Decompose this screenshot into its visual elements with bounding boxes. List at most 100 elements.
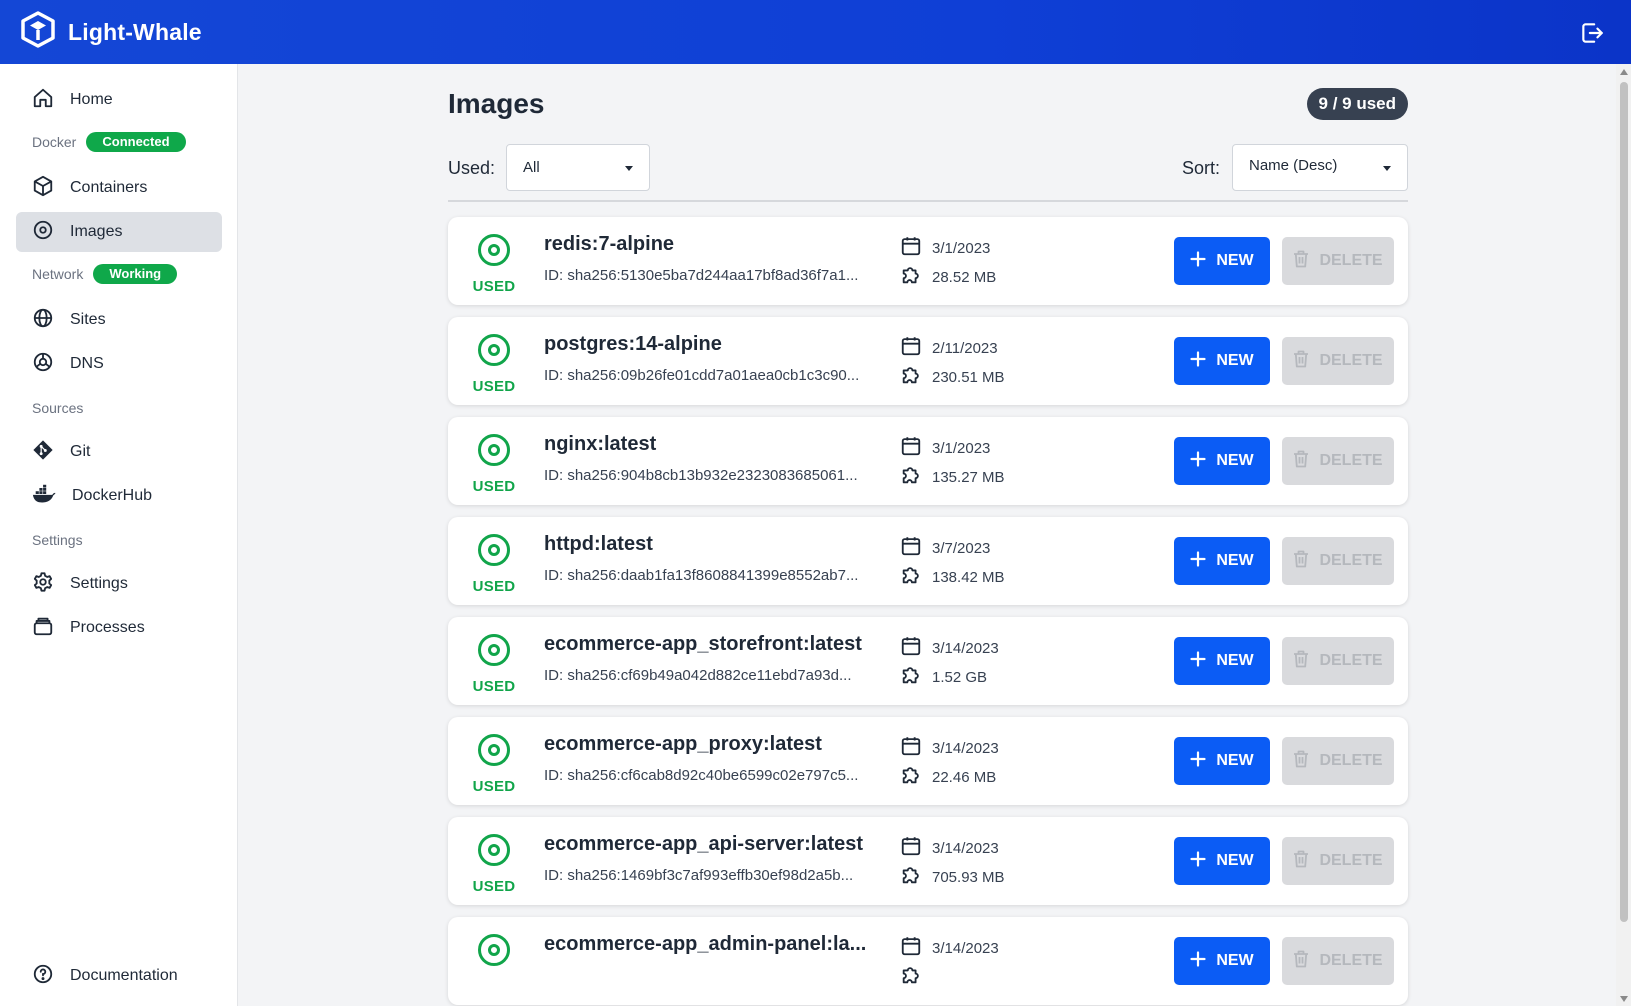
chevron-down-icon	[1383, 166, 1391, 171]
new-container-button[interactable]: NEW	[1174, 937, 1270, 985]
plus-icon	[1190, 350, 1206, 372]
new-container-button[interactable]: NEW	[1174, 337, 1270, 385]
sort-select[interactable]: Name (Desc)	[1232, 144, 1408, 191]
delete-image-button[interactable]: DELETE	[1282, 437, 1394, 485]
plus-icon	[1190, 550, 1206, 572]
delete-image-button[interactable]: DELETE	[1282, 237, 1394, 285]
calendar-icon	[900, 635, 922, 661]
delete-button-label: DELETE	[1319, 852, 1383, 869]
image-date: 2/11/2023	[900, 335, 998, 361]
delete-image-button[interactable]: DELETE	[1282, 937, 1394, 985]
delete-image-button[interactable]: DELETE	[1282, 637, 1394, 685]
new-container-button[interactable]: NEW	[1174, 437, 1270, 485]
divider	[448, 200, 1408, 202]
image-date: 3/14/2023	[900, 635, 999, 661]
date-text: 3/1/2023	[932, 439, 991, 457]
delete-button-label: DELETE	[1319, 452, 1383, 469]
status-text: USED	[472, 378, 516, 395]
image-status: USED	[472, 333, 516, 395]
section-label: Settings	[32, 532, 83, 548]
sidebar-item-label: Settings	[70, 575, 128, 592]
sidebar-item-label: DNS	[70, 355, 104, 372]
new-container-button[interactable]: NEW	[1174, 637, 1270, 685]
scrollbar[interactable]	[1616, 64, 1631, 1006]
status-text: USED	[472, 278, 516, 295]
brand[interactable]: Light-Whale	[20, 10, 202, 52]
sidebar-item-dockerhub[interactable]: DockerHub	[16, 476, 222, 516]
image-card: USED redis:7-alpine ID: sha256:5130e5ba7…	[448, 217, 1408, 305]
plus-icon	[1190, 650, 1206, 672]
scroll-down-arrow-icon[interactable]	[1620, 996, 1628, 1002]
delete-button-label: DELETE	[1319, 952, 1383, 969]
plus-icon	[1190, 950, 1206, 972]
trash-icon	[1293, 850, 1309, 873]
section-network: Network Working	[32, 264, 178, 284]
size-text: 28.52 MB	[932, 268, 997, 286]
sidebar-item-label: Images	[70, 223, 123, 240]
image-id: ID: sha256:cf69b49a042d882ce11ebd7a93d..…	[544, 667, 852, 684]
sidebar-item-sites[interactable]: Sites	[16, 300, 222, 340]
home-icon	[32, 87, 54, 114]
trash-icon	[1293, 350, 1309, 373]
image-name: ecommerce-app_admin-panel:la...	[544, 933, 867, 955]
sidebar-item-processes[interactable]: Processes	[16, 608, 222, 648]
plus-icon	[1190, 450, 1206, 472]
date-text: 3/7/2023	[932, 539, 991, 557]
sidebar-item-git[interactable]: Git	[16, 432, 222, 472]
used-count-badge: 9 / 9 used	[1306, 88, 1408, 120]
image-status: USED	[472, 633, 516, 695]
docker-whale-icon	[32, 483, 56, 510]
image-id: ID: sha256:09b26fe01cdd7a01aea0cb1c3c90.…	[544, 367, 860, 384]
size-text: 138.42 MB	[932, 568, 1005, 586]
sort-label: Sort:	[1182, 158, 1221, 178]
new-button-label: NEW	[1216, 652, 1254, 669]
date-text: 2/11/2023	[932, 339, 998, 357]
new-container-button[interactable]: NEW	[1174, 837, 1270, 885]
sidebar-item-settings[interactable]: Settings	[16, 564, 222, 604]
scroll-thumb[interactable]	[1620, 82, 1628, 922]
sidebar-item-label: DockerHub	[72, 487, 153, 504]
status-text: USED	[472, 778, 516, 795]
target-icon	[477, 234, 511, 271]
sidebar-item-home[interactable]: Home	[16, 80, 222, 120]
new-button-label: NEW	[1216, 352, 1254, 369]
image-size: 138.42 MB	[900, 564, 1005, 590]
used-filter-value: All	[523, 159, 540, 176]
sidebar-item-dns[interactable]: DNS	[16, 344, 222, 384]
section-label: Docker	[32, 134, 77, 150]
sidebar-item-documentation[interactable]: Documentation	[16, 956, 222, 996]
used-filter-select[interactable]: All	[506, 144, 650, 191]
logout-icon[interactable]	[1579, 20, 1605, 46]
image-id: ID: sha256:904b8cb13b932e2323083685061..…	[544, 467, 858, 484]
image-size	[900, 964, 932, 990]
status-text: USED	[472, 678, 516, 695]
image-status: USED	[472, 233, 516, 295]
delete-image-button[interactable]: DELETE	[1282, 737, 1394, 785]
help-circle-icon	[32, 963, 54, 990]
new-container-button[interactable]: NEW	[1174, 737, 1270, 785]
delete-image-button[interactable]: DELETE	[1282, 337, 1394, 385]
new-container-button[interactable]: NEW	[1174, 237, 1270, 285]
puzzle-icon	[900, 564, 922, 590]
scroll-up-arrow-icon[interactable]	[1620, 69, 1628, 75]
network-status-badge: Working	[93, 264, 178, 284]
delete-image-button[interactable]: DELETE	[1282, 537, 1394, 585]
sidebar-item-images[interactable]: Images	[16, 212, 222, 252]
image-date: 3/14/2023	[900, 735, 999, 761]
image-id: ID: sha256:daab1fa13f8608841399e8552ab7.…	[544, 567, 859, 584]
calendar-icon	[900, 235, 922, 261]
image-name: redis:7-alpine	[544, 233, 675, 255]
delete-image-button[interactable]: DELETE	[1282, 837, 1394, 885]
image-size: 135.27 MB	[900, 464, 1005, 490]
sidebar-item-containers[interactable]: Containers	[16, 168, 222, 208]
image-date: 3/1/2023	[900, 235, 990, 261]
image-id: ID: sha256:cf6cab8d92c40be6599c02e797c5.…	[544, 767, 859, 784]
stack-icon	[32, 615, 54, 642]
target-icon	[477, 934, 511, 971]
puzzle-icon	[900, 264, 922, 290]
gear-icon	[32, 571, 54, 598]
image-status: USED	[472, 433, 516, 495]
delete-button-label: DELETE	[1319, 652, 1383, 669]
used-filter-label: Used:	[448, 158, 496, 178]
new-container-button[interactable]: NEW	[1174, 537, 1270, 585]
